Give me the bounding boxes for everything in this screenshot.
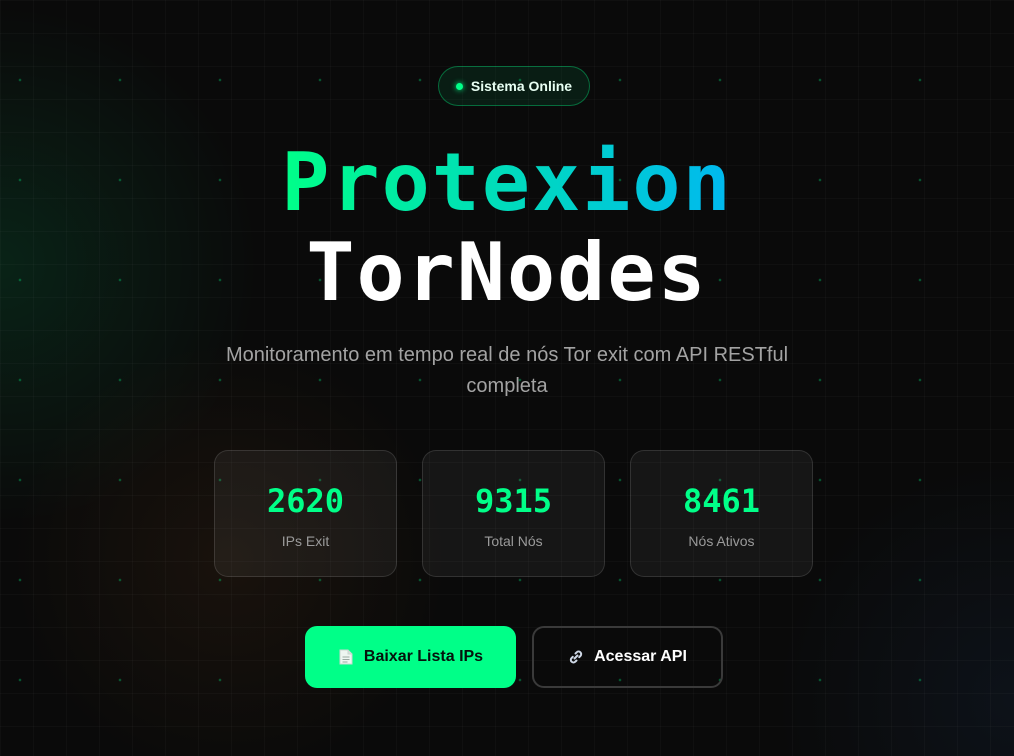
stat-value: 2620 (266, 482, 345, 520)
download-ip-list-button[interactable]: Baixar Lista IPs (305, 626, 516, 688)
hero-actions: Baixar Lista IPs Acessar API (305, 626, 723, 688)
status-badge: Sistema Online (438, 66, 590, 106)
status-badge-label: Sistema Online (470, 78, 573, 94)
stat-value: 8461 (682, 482, 761, 520)
document-icon (338, 649, 354, 665)
stat-label: Nós Ativos (688, 533, 755, 549)
status-dot-icon (455, 82, 463, 90)
hero-subtitle: Monitoramento em tempo real de nós Tor e… (200, 340, 814, 402)
hero-section: Sistema Online Protexion TorNodes Monito… (0, 0, 1014, 756)
link-icon (568, 649, 584, 665)
stats-row: 2620 IPs Exit 9315 Total Nós 8461 Nós At… (214, 450, 813, 577)
stat-card-nos-ativos: 8461 Nós Ativos (630, 450, 813, 577)
page-title: Protexion TorNodes (0, 138, 1014, 318)
access-api-button[interactable]: Acessar API (532, 626, 723, 688)
title-brand: Protexion (281, 136, 733, 229)
stat-label: Total Nós (484, 533, 543, 549)
stat-card-total-nos: 9315 Total Nós (422, 450, 605, 577)
stat-label: IPs Exit (281, 533, 330, 549)
stat-value: 9315 (474, 482, 553, 520)
subtitle-line-2: completa (466, 375, 548, 397)
stat-card-ips-exit: 2620 IPs Exit (214, 450, 397, 577)
download-button-label: Baixar Lista IPs (363, 648, 484, 665)
title-product: TorNodes (306, 226, 708, 319)
subtitle-line-1: Monitoramento em tempo real de nós Tor e… (225, 344, 789, 366)
api-button-label: Acessar API (594, 648, 687, 665)
